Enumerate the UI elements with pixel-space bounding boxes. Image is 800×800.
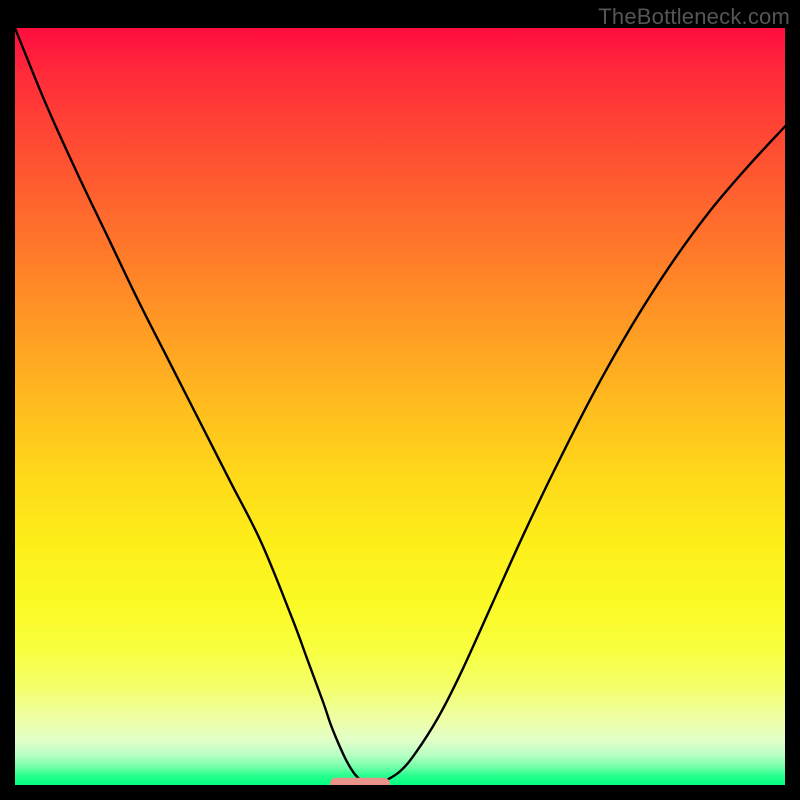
plot-area [15,28,785,785]
bottleneck-curve [15,28,785,785]
curve-left-branch [15,28,362,781]
watermark-text: TheBottleneck.com [598,4,790,30]
optimal-range-marker [330,778,390,785]
chart-frame: TheBottleneck.com [0,0,800,800]
curve-right-branch [385,126,785,781]
